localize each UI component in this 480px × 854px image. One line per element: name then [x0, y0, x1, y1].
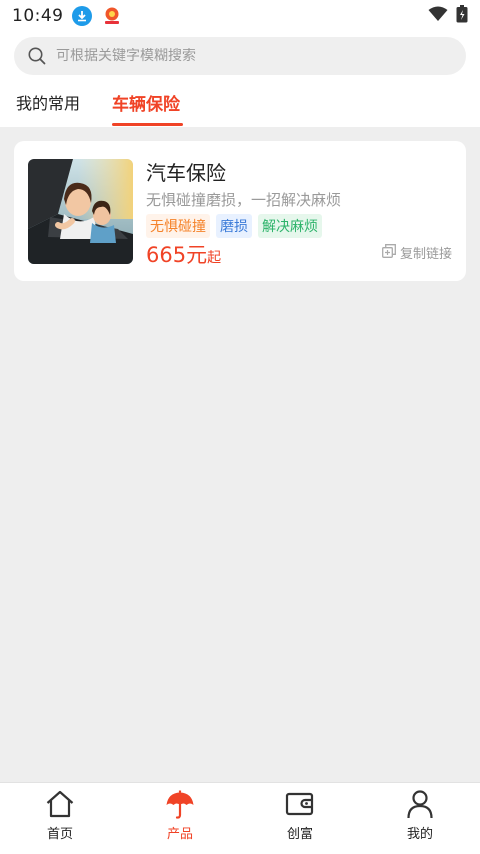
copy-icon	[382, 243, 396, 262]
status-bar: 10:49	[0, 0, 480, 32]
active-tab-indicator	[112, 123, 183, 126]
search-bar[interactable]	[14, 37, 466, 75]
nav-wealth-label: 创富	[286, 827, 313, 842]
price-suffix: 起	[207, 250, 222, 266]
nav-wealth[interactable]: 创富	[240, 783, 360, 854]
tag-collision: 无惧碰撞	[146, 214, 210, 238]
nav-mine-label: 我的	[406, 827, 433, 842]
search-input[interactable]	[56, 48, 436, 64]
copy-link-label: 复制链接	[399, 247, 452, 262]
tab-vehicle-insurance[interactable]: 车辆保险	[112, 90, 180, 115]
user-icon	[405, 789, 435, 819]
product-title: 汽车保险	[146, 161, 226, 185]
wifi-icon	[428, 6, 448, 26]
product-subtitle: 无惧碰撞磨损，一招解决麻烦	[146, 191, 342, 209]
nav-home-label: 首页	[46, 827, 73, 842]
tab-my-favorites[interactable]: 我的常用	[16, 90, 80, 114]
nav-mine[interactable]: 我的	[360, 783, 480, 854]
product-tags: 无惧碰撞 磨损 解决麻烦	[146, 214, 322, 238]
category-tabs: 我的常用 车辆保险	[0, 90, 480, 127]
home-icon	[45, 789, 75, 819]
header-area: 我的常用 车辆保险	[0, 32, 480, 127]
product-image	[28, 159, 133, 264]
nav-home[interactable]: 首页	[0, 783, 120, 854]
download-notification-icon	[71, 6, 92, 26]
app-notification-icon	[100, 6, 124, 26]
nav-products[interactable]: 产品	[120, 783, 240, 854]
nav-products-label: 产品	[166, 827, 193, 842]
product-price: 665元 起	[146, 239, 221, 269]
wallet-icon	[285, 789, 315, 819]
price-value: 665元	[146, 243, 208, 267]
status-time: 10:49	[12, 6, 64, 26]
battery-icon	[456, 5, 468, 27]
bottom-nav: 首页 产品 创富 我的	[0, 782, 480, 854]
umbrella-icon	[165, 789, 195, 819]
tag-solve-trouble: 解决麻烦	[258, 214, 322, 238]
product-card[interactable]: 汽车保险 无惧碰撞磨损，一招解决麻烦 无惧碰撞 磨损 解决麻烦 665元 起 复…	[14, 141, 466, 281]
tag-wear: 磨损	[216, 214, 252, 238]
copy-link-button[interactable]: 复制链接	[382, 243, 452, 262]
search-icon	[28, 47, 46, 65]
